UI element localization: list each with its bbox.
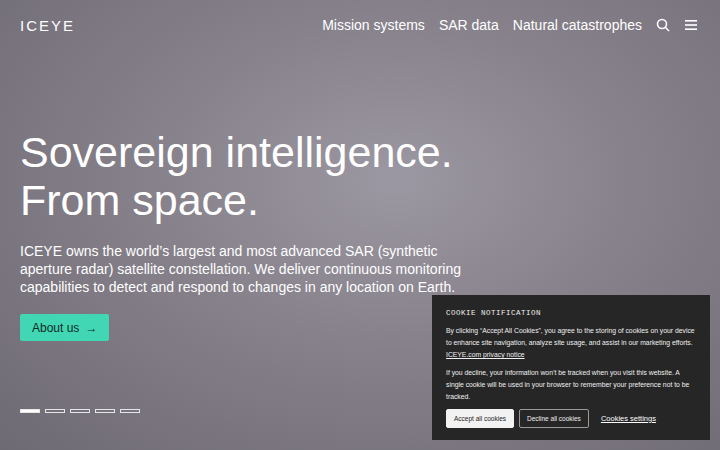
nav-link[interactable]: Natural catastrophes [513, 17, 642, 33]
slide-indicator[interactable] [95, 409, 115, 413]
slide-indicator[interactable] [70, 409, 90, 413]
slide-indicator[interactable] [45, 409, 65, 413]
about-button[interactable]: About us→ [20, 314, 109, 341]
cookie-buttons: Accept all cookies Decline all cookies Coo… [446, 409, 696, 428]
slide-indicator[interactable] [120, 409, 140, 413]
cookie-text: By clicking “Accept All Cookies”, you ag… [446, 325, 696, 361]
menu-icon[interactable] [684, 19, 698, 31]
arrow-icon: → [85, 321, 97, 335]
cookie-button[interactable]: Accept all cookies [446, 409, 514, 428]
hero-heading: Sovereign intelligence.From space. [20, 128, 453, 224]
slide-indicators [20, 409, 140, 413]
cookie-button[interactable]: Decline all cookies [519, 409, 589, 428]
cookie-note: If you decline, your information won’t b… [446, 367, 696, 403]
landing-page: ICEYE Mission systems SAR data Natural cata… [0, 0, 720, 450]
privacy-link[interactable]: ICEYE.com privacy notice [446, 351, 525, 358]
hero-text: ICEYE owns the world’s largest and most … [20, 242, 470, 296]
nav-link[interactable]: Mission systems [322, 17, 425, 33]
cookie-notification: COOKIE NOTIFICATION By clicking “Accept A… [432, 295, 710, 440]
cookie-button[interactable]: Cookies settings [594, 409, 663, 428]
logo[interactable]: ICEYE [20, 17, 75, 34]
nav-link[interactable]: SAR data [439, 17, 499, 33]
slide-indicator[interactable] [20, 409, 40, 413]
search-icon[interactable] [656, 18, 670, 32]
site-header: ICEYE Mission systems SAR data Natural cata… [0, 0, 720, 40]
cookie-title: COOKIE NOTIFICATION [446, 309, 696, 317]
main-nav: Mission systems SAR data Natural catastrop… [322, 17, 698, 33]
